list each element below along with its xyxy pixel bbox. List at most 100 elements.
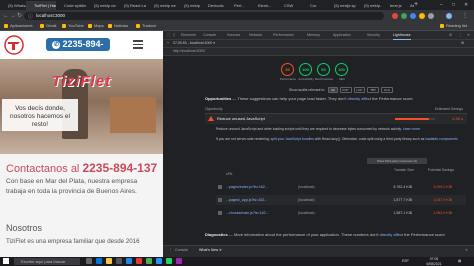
tiziflet-logo[interactable] bbox=[4, 35, 24, 55]
puzzle-icon[interactable] bbox=[428, 13, 434, 19]
contact-phone-link[interactable]: 2235-894-137 bbox=[82, 161, 157, 175]
devtools-tab-console[interactable]: Console bbox=[203, 31, 216, 39]
close-window-button[interactable]: ✕ bbox=[464, 0, 468, 10]
close-drawer-icon[interactable]: ✕ bbox=[465, 246, 468, 254]
store-icon[interactable] bbox=[116, 258, 122, 264]
audit-filter-chip[interactable]: FCP bbox=[339, 87, 352, 93]
browser-tab[interactable]: (5) netdp... bbox=[356, 1, 382, 10]
resource-url[interactable]: ...chunks/main.js?ts=162... bbox=[226, 208, 269, 218]
browser-tab[interactable]: CSW bbox=[276, 1, 302, 10]
cursor-icon[interactable]: ⬚ bbox=[167, 31, 170, 39]
device-icon[interactable]: ▯ bbox=[173, 31, 175, 39]
table-row[interactable]: ...pages/index.js?ts=162... (localhost) 5,… bbox=[216, 182, 466, 192]
reload-icon[interactable]: ↻ bbox=[17, 11, 22, 21]
vscode-icon[interactable] bbox=[156, 258, 162, 264]
new-tab-button[interactable]: + bbox=[414, 0, 418, 10]
minimize-button[interactable]: – bbox=[440, 0, 443, 10]
third-party-toggle[interactable]: Show third-party resources (1) bbox=[367, 158, 427, 164]
browser-tab[interactable]: best js splitti... bbox=[382, 1, 402, 10]
bookmark-youtube[interactable]: YouTube bbox=[62, 22, 84, 30]
bookmark-gmail[interactable]: Gmail bbox=[40, 22, 56, 30]
score-gauge[interactable]: 100 bbox=[335, 63, 348, 76]
split-bundles-link[interactable]: split your JavaScript bundles bbox=[271, 137, 314, 141]
table-row[interactable]: ...pages/_app.js?ts=162... (localhost) 1,8… bbox=[216, 195, 466, 205]
browser-tab[interactable]: (5) nextjs splits bbox=[326, 1, 356, 10]
browser-tab[interactable]: Code splitting ... bbox=[56, 1, 86, 10]
maximize-button[interactable]: □ bbox=[452, 0, 455, 10]
file-explorer-icon[interactable] bbox=[106, 258, 112, 264]
score-gauge[interactable]: 93 bbox=[317, 63, 330, 76]
drawer-tab-console[interactable]: Console bbox=[175, 246, 188, 254]
browser-tab[interactable]: (5) netdp nen... bbox=[146, 1, 176, 10]
browser-tab[interactable]: TiziFlet | Hacem... bbox=[26, 1, 56, 10]
drawer-tab-whats-new[interactable]: What's New ✕ bbox=[199, 246, 222, 254]
resource-url[interactable]: ...pages/index.js?ts=162... bbox=[226, 182, 268, 192]
resource-url[interactable]: ...pages/_app.js?ts=162... bbox=[226, 195, 267, 205]
devtools-tab-application[interactable]: Application bbox=[333, 31, 351, 39]
opportunity-row[interactable]: Reduce unused JavaScript 4.35 s bbox=[205, 113, 467, 124]
notifications-icon[interactable]: ▤ bbox=[458, 259, 461, 264]
browser-tab[interactable]: Devtools bbox=[200, 1, 226, 10]
edge-icon[interactable] bbox=[96, 258, 102, 264]
chrome-icon[interactable] bbox=[146, 258, 152, 264]
table-row[interactable]: ...chunks/main.js?ts=162... (localhost) 1,… bbox=[216, 208, 466, 218]
windows-start-icon[interactable] bbox=[3, 258, 9, 264]
app-icon[interactable] bbox=[136, 258, 142, 264]
audit-filter-chip[interactable]: TBT bbox=[367, 87, 380, 93]
browser-tab[interactable]: Elemi... bbox=[250, 1, 276, 10]
directly-affect-link[interactable]: directly affect bbox=[380, 232, 404, 237]
browser-tab[interactable]: Ask a Question bbox=[402, 1, 414, 10]
drawer-menu-icon[interactable]: ⋮ bbox=[169, 246, 173, 254]
devtools-tab-performance[interactable]: Performance bbox=[273, 31, 294, 39]
add-report-icon[interactable]: + bbox=[167, 40, 169, 47]
directly-affect-link[interactable]: directly affect bbox=[348, 96, 372, 101]
phone-button[interactable]: ✆ 2235-894-137 bbox=[46, 38, 110, 62]
audit-filter-chip[interactable]: All bbox=[328, 87, 338, 93]
browser-tab[interactable]: Cor bbox=[302, 1, 326, 10]
app-icon[interactable] bbox=[176, 258, 182, 264]
score-gauge[interactable]: 39 bbox=[281, 63, 294, 76]
back-icon[interactable]: ← bbox=[3, 11, 9, 21]
kebab-menu-icon[interactable]: ⋮ bbox=[459, 31, 463, 39]
extension-icon[interactable] bbox=[419, 13, 425, 19]
gear-icon[interactable]: ⚙ bbox=[449, 31, 452, 39]
browser-tab[interactable]: Perf... bbox=[226, 1, 250, 10]
learn-more-link[interactable]: Learn more bbox=[403, 127, 420, 131]
extension-icon[interactable] bbox=[410, 13, 416, 19]
devtools-tab-sources[interactable]: Sources bbox=[227, 31, 240, 39]
address-bar[interactable]: ⓘ localhost:3000 bbox=[24, 12, 384, 20]
report-selector[interactable]: 07:05:53 - localhost:3000 ▾ bbox=[173, 40, 215, 47]
browser-tab[interactable]: (5) React Laz... bbox=[116, 1, 146, 10]
loadable-components-link[interactable]: loadable-components bbox=[425, 137, 457, 141]
profile-avatar[interactable] bbox=[446, 13, 452, 19]
audit-filter-chip[interactable]: CLS bbox=[381, 87, 393, 93]
devtools-tab-memory[interactable]: Memory bbox=[307, 31, 320, 39]
forward-icon[interactable]: → bbox=[10, 11, 16, 21]
bookmark-news[interactable]: Noticias bbox=[108, 22, 128, 30]
settings-icon[interactable]: ⚙ bbox=[461, 40, 464, 47]
reading-list[interactable]: Reading list bbox=[440, 22, 467, 30]
extension-icon[interactable] bbox=[401, 13, 407, 19]
close-icon[interactable]: ✕ bbox=[467, 31, 470, 39]
clock[interactable]: 07:05 6/08/2021 bbox=[420, 257, 448, 266]
bookmark-translate[interactable]: Traducir bbox=[136, 22, 157, 30]
whatsapp-icon[interactable] bbox=[166, 258, 172, 264]
devtools-tab-network[interactable]: Network bbox=[249, 31, 262, 39]
audit-filter-chip[interactable]: LCP bbox=[353, 87, 366, 93]
extension-icon[interactable] bbox=[392, 13, 398, 19]
devtools-tab-security[interactable]: Security bbox=[367, 31, 380, 39]
language-indicator[interactable]: ESP bbox=[402, 259, 409, 264]
kebab-menu-icon[interactable]: ⋮ bbox=[462, 11, 468, 21]
devtools-tab-lighthouse[interactable]: Lighthouse bbox=[393, 31, 411, 40]
devtools-tab-elements[interactable]: Elements bbox=[181, 31, 196, 39]
browser-tab[interactable]: (5) WhatsApp bbox=[0, 1, 26, 10]
mail-icon[interactable] bbox=[126, 258, 132, 264]
score-gauge[interactable]: 100 bbox=[299, 63, 312, 76]
info-icon[interactable]: ⓘ bbox=[28, 13, 33, 20]
task-view-icon[interactable] bbox=[86, 258, 92, 264]
taskbar-search[interactable]: Escribe aquí para buscar bbox=[14, 258, 80, 265]
bookmark-maps[interactable]: Maps bbox=[88, 22, 104, 30]
browser-tab[interactable]: (5) netdp nen... bbox=[176, 1, 200, 10]
hamburger-menu-icon[interactable] bbox=[133, 40, 143, 49]
bookmark-apps[interactable]: Aplicaciones bbox=[4, 22, 32, 30]
